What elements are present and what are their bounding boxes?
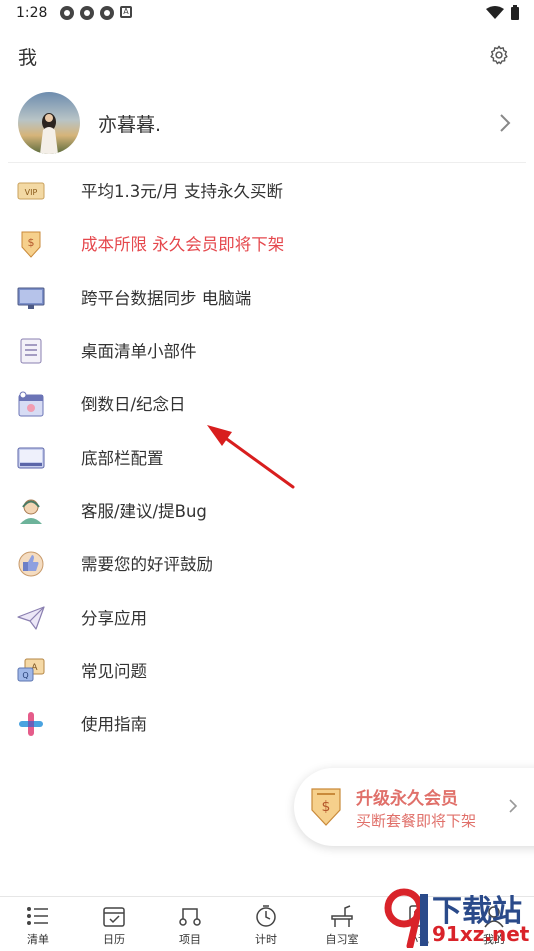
nav-label: 项目 [179,933,201,946]
vip-icon: VIP [17,182,45,200]
avatar-photo [40,113,58,154]
profile-name: 亦暮暮. [98,114,162,136]
study-room-icon [331,905,353,927]
notification-icon [100,6,114,20]
menu-item-widget[interactable]: 桌面清单小部件 [0,324,534,377]
calendar-icon [103,907,125,927]
price-tag-icon: $ [21,231,41,258]
svg-text:VIP: VIP [25,188,38,197]
menu-item-rating[interactable]: 需要您的好评鼓励 [0,537,534,590]
svg-text:$: $ [28,236,35,249]
menu-item-countdown[interactable]: 倒数日/纪念日 [0,377,534,430]
menu-item-label: 客服/建议/提Bug [81,502,207,521]
menu-item-label: 常见问题 [81,662,147,681]
customer-service-icon [20,499,42,524]
status-time: 1:28 [16,5,48,21]
gear-icon[interactable] [488,44,510,66]
menu-item-label: 成本所限 永久会员即将下架 [81,235,285,254]
menu-item-faq[interactable]: A Q 常见问题 [0,644,534,697]
notification-icon [80,6,94,20]
watermark-line2: 91xz.net [432,922,530,946]
monitor-icon [17,287,45,309]
project-icon [179,908,201,926]
wifi-icon [486,6,504,19]
nav-label: 自习室 [325,933,359,946]
watermark-logo: 下载站 91xz.net [380,884,534,950]
menu-item-label: 底部栏配置 [81,449,164,468]
status-notification-icons: A [60,6,132,20]
nav-tab-timer[interactable]: 计时 [228,897,304,951]
page-header: 我 [0,36,534,76]
chevron-right-icon [500,114,511,132]
menu-item-label: 平均1.3元/月 支持永久买断 [81,182,284,201]
nav-label: 计时 [255,933,277,946]
menu-item-bottom-bar[interactable]: 底部栏配置 [0,431,534,484]
menu-item-guide[interactable]: 使用指南 [0,697,534,750]
page-title: 我 [18,47,38,69]
battery-icon [511,5,519,20]
badge-a-icon: A [120,6,132,18]
notification-icon [60,6,74,20]
menu-item-label: 分享应用 [81,609,147,628]
nav-tab-calendar[interactable]: 日历 [76,897,152,951]
nav-label: 清单 [27,933,49,946]
faq-icon: A Q [17,658,45,682]
nav-label: 日历 [103,933,125,946]
svg-text:$: $ [322,799,331,815]
avatar[interactable] [18,92,80,154]
status-bar: 1:28 A [0,0,534,28]
menu-item-label: 使用指南 [81,715,147,734]
menu-item-lifetime[interactable]: $ 成本所限 永久会员即将下架 [0,217,534,270]
menu-item-support[interactable]: 客服/建议/提Bug [0,484,534,537]
list-icon [27,907,48,925]
watermark-mark-icon [384,888,428,948]
menu-item-label: 需要您的好评鼓励 [81,555,213,574]
menu-item-vip[interactable]: VIP 平均1.3元/月 支持永久买断 [0,164,534,217]
nav-tab-study-room[interactable]: 自习室 [304,897,380,951]
menu-item-label: 跨平台数据同步 电脑端 [81,289,252,308]
menu-item-label: 桌面清单小部件 [81,342,197,361]
upgrade-subtitle: 买断套餐即将下架 [356,812,477,830]
paper-plane-icon [17,606,45,630]
price-tag-icon: $ [311,788,341,826]
profile-row[interactable]: 亦暮暮. [8,86,526,163]
status-right-icons [486,5,520,21]
menu-item-sync[interactable]: 跨平台数据同步 电脑端 [0,271,534,324]
timer-icon [256,905,276,927]
menu-item-label: 倒数日/纪念日 [81,395,186,414]
guide-icon [19,712,43,736]
svg-text:Q: Q [22,671,28,680]
calendar-clock-icon [18,391,44,417]
nav-tab-list[interactable]: 清单 [0,897,76,951]
chevron-right-icon [509,799,518,813]
checklist-icon [20,338,42,364]
bottom-bar-icon [17,447,45,469]
upgrade-banner[interactable]: $ 升级永久会员 买断套餐即将下架 [294,768,534,846]
nav-tab-project[interactable]: 项目 [152,897,228,951]
menu-item-share[interactable]: 分享应用 [0,591,534,644]
thumbs-up-icon [18,551,44,577]
upgrade-title: 升级永久会员 [356,789,458,809]
